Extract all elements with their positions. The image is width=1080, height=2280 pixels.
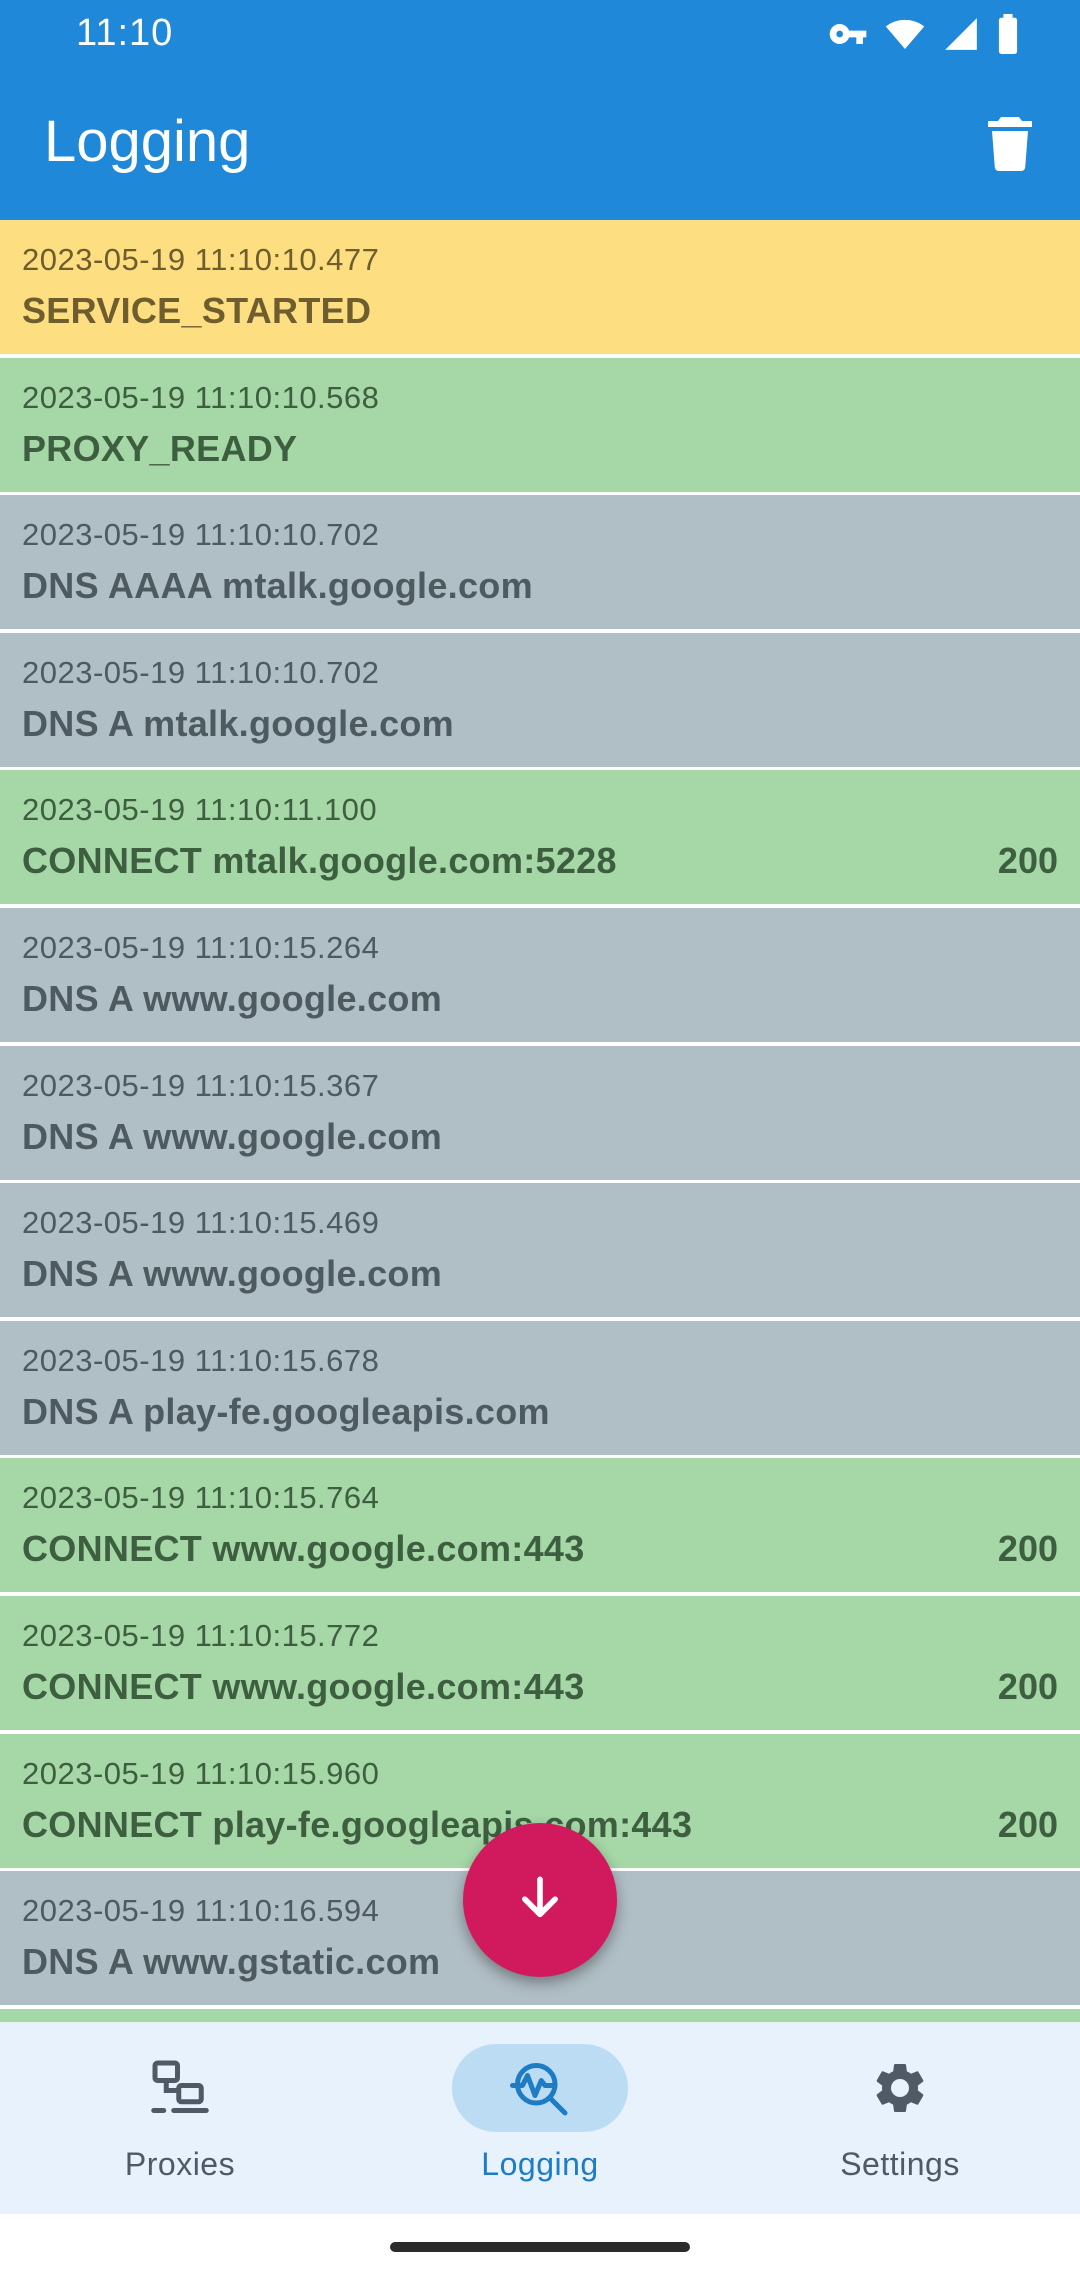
log-entry-message: DNS A play-fe.googleapis.com xyxy=(22,1390,550,1432)
bottom-navigation: Proxies Logging Settings xyxy=(0,2022,1080,2214)
log-entry[interactable]: 2023-05-19 11:10:15.764 CONNECT www.googl… xyxy=(0,1458,1080,1593)
log-entry-timestamp: 2023-05-19 11:10:15.772 xyxy=(22,1617,380,1653)
log-entry[interactable]: 2023-05-19 11:10:10.568 PROXY_READY xyxy=(0,357,1080,492)
log-entry-status-code: 200 xyxy=(997,1665,1058,1707)
log-entry-timestamp: 2023-05-19 11:10:15.678 xyxy=(22,1342,380,1378)
vpn-key-icon xyxy=(828,14,868,54)
log-entry-timestamp: 2023-05-19 11:10:15.764 xyxy=(22,1480,380,1516)
log-entry-message: CONNECT mtalk.google.com:5228 xyxy=(22,840,617,882)
cellular-signal-icon xyxy=(942,15,980,53)
wifi-icon xyxy=(884,14,926,54)
arrow-down-icon xyxy=(512,1870,568,1931)
log-entry-status-code: 200 xyxy=(997,1803,1058,1845)
log-entry[interactable]: 2023-05-19 11:10:10.702 DNS A mtalk.googl… xyxy=(0,632,1080,767)
log-entry-status-code: 200 xyxy=(997,840,1058,882)
log-entry-timestamp: 2023-05-19 11:10:15.469 xyxy=(22,1205,380,1241)
log-entry-timestamp: 2023-05-19 11:10:10.702 xyxy=(22,654,380,690)
log-entry-timestamp: 2023-05-19 11:10:15.960 xyxy=(22,1755,380,1791)
scroll-to-bottom-button[interactable] xyxy=(463,1823,617,1977)
log-entry-timestamp: 2023-05-19 11:10:11.100 xyxy=(22,792,378,828)
log-entry-message: DNS AAAA mtalk.google.com xyxy=(22,565,533,607)
log-entry-message: DNS A www.google.com xyxy=(22,1253,443,1295)
app-bar: Logging xyxy=(0,70,1080,220)
log-entry[interactable]: 2023-05-19 11:10:10.477 SERVICE_STARTED xyxy=(0,220,1080,354)
clear-log-button[interactable] xyxy=(970,105,1050,185)
log-entry[interactable]: 2023-05-19 11:10:15.367 DNS A www.google.… xyxy=(0,1045,1080,1180)
log-entry-timestamp: 2023-05-19 11:10:15.367 xyxy=(22,1067,380,1103)
page-title: Logging xyxy=(44,109,251,174)
status-time: 11:10 xyxy=(76,12,174,54)
log-entry-timestamp: 2023-05-19 11:10:16.594 xyxy=(22,1893,380,1929)
log-entry[interactable]: 2023-05-19 11:10:10.702 DNS AAAA mtalk.go… xyxy=(0,495,1080,630)
log-entry-message: SERVICE_STARTED xyxy=(22,290,372,331)
log-entry-message: PROXY_READY xyxy=(22,427,298,469)
log-entry[interactable]: 2023-05-19 11:10:11.100 CONNECT mtalk.goo… xyxy=(0,770,1080,905)
log-entry[interactable]: 2023-05-19 11:10:15.264 DNS A www.google.… xyxy=(0,907,1080,1042)
nav-label: Settings xyxy=(840,2146,960,2182)
log-entry-timestamp: 2023-05-19 11:10:10.702 xyxy=(22,517,380,553)
nav-item-settings[interactable]: Settings xyxy=(720,2022,1080,2214)
log-entry[interactable]: 2023-05-19 11:10:15.469 DNS A www.google.… xyxy=(0,1183,1080,1318)
status-bar: 11:10 xyxy=(0,0,1080,70)
log-entry[interactable]: 2023-05-19 11:10:15.678 DNS A play-fe.goo… xyxy=(0,1320,1080,1455)
delete-icon xyxy=(986,115,1034,176)
log-entry-message: DNS A www.google.com xyxy=(22,977,443,1019)
log-entry[interactable]: 2023-05-19 11:10:15.772 CONNECT www.googl… xyxy=(0,1595,1080,1730)
log-entry-message: DNS A www.google.com xyxy=(22,1115,443,1157)
nav-item-logging[interactable]: Logging xyxy=(360,2022,720,2214)
log-entry-timestamp: 2023-05-19 11:10:15.264 xyxy=(22,929,380,965)
gesture-area xyxy=(0,2214,1080,2280)
nav-label: Logging xyxy=(481,2146,599,2182)
battery-icon xyxy=(996,14,1020,54)
log-entry-message: CONNECT play-fe.googleapis.com:443 xyxy=(22,1803,693,1845)
status-icons xyxy=(828,14,1020,54)
logging-monitor-icon xyxy=(510,2058,570,2118)
log-entry[interactable] xyxy=(0,2008,1080,2022)
log-entry-message: DNS A mtalk.google.com xyxy=(22,702,454,744)
nav-label: Proxies xyxy=(124,2146,236,2182)
log-list[interactable]: 2023-05-19 11:10:10.477 SERVICE_STARTED 20… xyxy=(0,220,1080,2022)
log-entry-message: DNS A www.gstatic.com xyxy=(22,1941,441,1983)
settings-gear-icon xyxy=(870,2058,930,2118)
proxies-network-icon xyxy=(150,2058,210,2118)
nav-item-proxies[interactable]: Proxies xyxy=(0,2022,360,2214)
log-entry-message: CONNECT www.google.com:443 xyxy=(22,1665,585,1707)
log-entry-timestamp: 2023-05-19 11:10:10.477 xyxy=(22,242,380,277)
log-entry-message: CONNECT www.google.com:443 xyxy=(22,1528,585,1570)
home-gesture-handle[interactable] xyxy=(390,2242,690,2252)
log-entry-timestamp: 2023-05-19 11:10:10.568 xyxy=(22,379,380,415)
log-entry-status-code: 200 xyxy=(997,1528,1058,1570)
